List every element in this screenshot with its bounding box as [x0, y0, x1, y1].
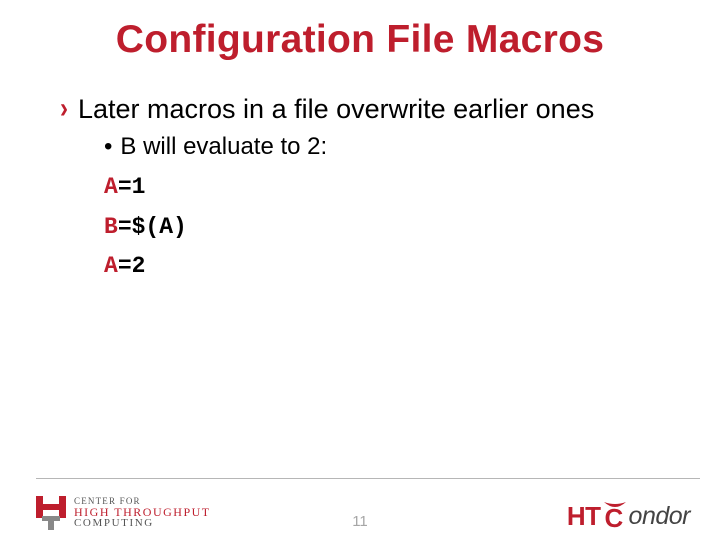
divider [36, 478, 700, 479]
code-keyword: B [104, 214, 118, 240]
htcondor-ht: HT [567, 501, 601, 532]
slide: Configuration File Macros › Later macros… [0, 0, 720, 540]
htcondor-ondor: ondor [629, 502, 690, 531]
slide-body: › Later macros in a file overwrite earli… [0, 62, 720, 285]
code-line: B=$(A) [104, 210, 680, 246]
code-keyword: A [104, 174, 118, 200]
bullet-2-text: B will evaluate to 2: [120, 132, 327, 162]
code-keyword: A [104, 253, 118, 279]
code-rest: =$(A) [118, 214, 187, 240]
footer: CENTER FOR HIGH THROUGHPUT COMPUTING 11 … [0, 478, 720, 540]
bullet-level-2: • B will evaluate to 2: [60, 132, 680, 162]
slide-title: Configuration File Macros [0, 0, 720, 62]
htcondor-c-mark-icon: C [602, 502, 628, 532]
bullet-dot-icon: • [104, 132, 112, 162]
code-line: A=1 [104, 170, 680, 206]
htcondor-c: C [605, 503, 623, 534]
code-rest: =1 [118, 174, 146, 200]
htcondor-logo: HT C ondor [567, 501, 690, 532]
code-rest: =2 [118, 253, 146, 279]
code-line: A=2 [104, 249, 680, 285]
bullet-level-1: › Later macros in a file overwrite earli… [60, 92, 680, 126]
bullet-1-text: Later macros in a file overwrite earlier… [78, 92, 594, 126]
chevron-right-icon: › [60, 89, 68, 130]
code-block: A=1 B=$(A) A=2 [60, 170, 680, 285]
